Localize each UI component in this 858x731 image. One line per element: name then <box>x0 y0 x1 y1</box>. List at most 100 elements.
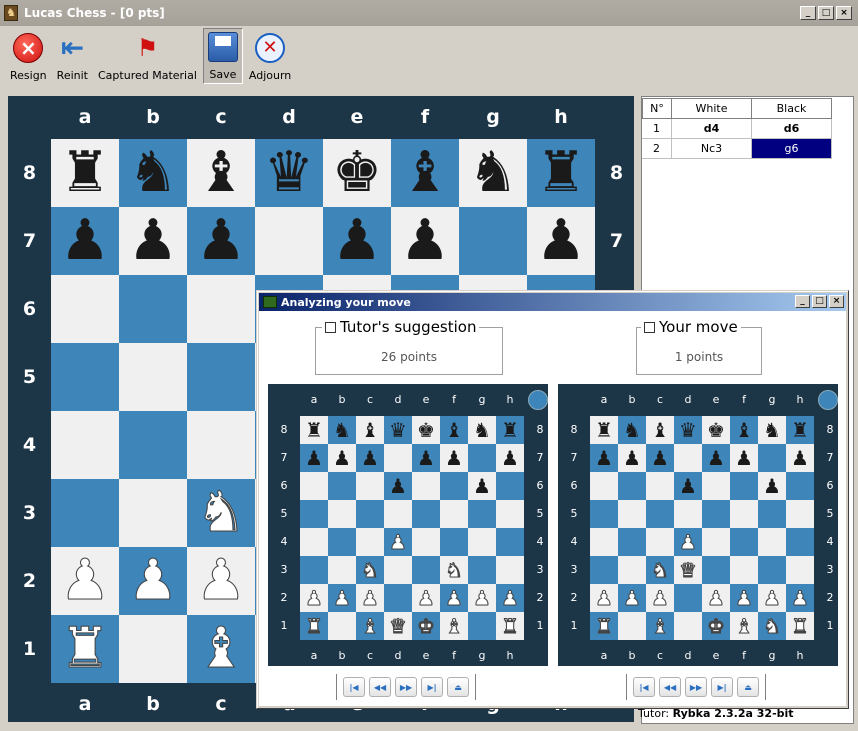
black-pawn-icon[interactable]: ♟ <box>536 213 586 269</box>
white-rook-icon[interactable]: ♜ <box>595 616 614 637</box>
black-pawn-icon[interactable]: ♟ <box>400 213 450 269</box>
board-square[interactable] <box>384 556 412 584</box>
board-square[interactable] <box>786 500 814 528</box>
board-square[interactable] <box>674 612 702 640</box>
move-cell[interactable]: d4 <box>672 119 752 139</box>
board-square[interactable]: ♝ <box>356 612 384 640</box>
board-square[interactable]: ♟ <box>323 207 391 275</box>
board-square[interactable]: ♚ <box>702 416 730 444</box>
board-square[interactable] <box>51 479 119 547</box>
black-pawn-icon[interactable]: ♟ <box>595 448 613 468</box>
black-pawn-icon[interactable]: ♟ <box>60 213 110 269</box>
board-square[interactable] <box>786 528 814 556</box>
board-square[interactable]: ♜ <box>786 416 814 444</box>
board-square[interactable] <box>119 343 187 411</box>
board-square[interactable]: ♝ <box>187 139 255 207</box>
white-pawn-icon[interactable]: ♟ <box>595 588 614 609</box>
next-move-button[interactable]: ▶▶ <box>685 677 707 697</box>
black-bishop-icon[interactable]: ♝ <box>651 420 669 440</box>
black-queen-icon[interactable]: ♛ <box>264 145 314 201</box>
board-square[interactable]: ♞ <box>758 416 786 444</box>
board-square[interactable]: ♞ <box>646 556 674 584</box>
black-king-icon[interactable]: ♚ <box>417 420 435 440</box>
board-square[interactable] <box>618 612 646 640</box>
board-square[interactable]: ♛ <box>674 416 702 444</box>
board-square[interactable]: ♚ <box>323 139 391 207</box>
board-square[interactable]: ♝ <box>646 416 674 444</box>
board-square[interactable] <box>356 528 384 556</box>
black-pawn-icon[interactable]: ♟ <box>332 213 382 269</box>
board-square[interactable]: ♟ <box>384 528 412 556</box>
white-pawn-icon[interactable]: ♟ <box>389 532 408 553</box>
board-square[interactable]: ♟ <box>51 547 119 615</box>
board-square[interactable] <box>328 528 356 556</box>
white-king-icon[interactable]: ♚ <box>707 616 726 637</box>
white-pawn-icon[interactable]: ♟ <box>305 588 324 609</box>
board-square[interactable]: ♟ <box>440 444 468 472</box>
white-pawn-icon[interactable]: ♟ <box>417 588 436 609</box>
board-square[interactable]: ♝ <box>646 612 674 640</box>
board-square[interactable] <box>618 472 646 500</box>
board-square[interactable]: ♞ <box>459 139 527 207</box>
board-square[interactable]: ♟ <box>440 584 468 612</box>
board-square[interactable] <box>590 472 618 500</box>
first-move-button[interactable]: |◀ <box>343 677 365 697</box>
board-square[interactable] <box>730 472 758 500</box>
board-square[interactable] <box>412 500 440 528</box>
board-square[interactable]: ♟ <box>674 472 702 500</box>
black-knight-icon[interactable]: ♞ <box>333 420 351 440</box>
board-square[interactable] <box>51 411 119 479</box>
board-square[interactable] <box>187 343 255 411</box>
white-pawn-icon[interactable]: ♟ <box>333 588 352 609</box>
captured-material-button[interactable]: ⚑ Captured Material <box>94 28 201 84</box>
dialog-close-button[interactable]: × <box>829 295 844 308</box>
last-move-button[interactable]: ▶| <box>711 677 733 697</box>
board-square[interactable]: ♟ <box>590 584 618 612</box>
board-square[interactable] <box>730 556 758 584</box>
dialog-maximize-button[interactable]: □ <box>812 295 827 308</box>
board-square[interactable]: ♞ <box>468 416 496 444</box>
board-square[interactable]: ♜ <box>496 612 524 640</box>
black-queen-icon[interactable]: ♛ <box>389 420 407 440</box>
black-pawn-icon[interactable]: ♟ <box>417 448 435 468</box>
tutor-suggestion-checkbox[interactable]: Tutor's suggestion <box>322 318 480 336</box>
board-square[interactable]: ♚ <box>412 612 440 640</box>
previous-move-button[interactable]: ◀◀ <box>659 677 681 697</box>
white-knight-icon[interactable]: ♞ <box>195 484 246 541</box>
board-square[interactable]: ♟ <box>730 584 758 612</box>
board-square[interactable] <box>646 500 674 528</box>
white-knight-icon[interactable]: ♞ <box>763 616 782 637</box>
board-square[interactable]: ♚ <box>412 416 440 444</box>
board-square[interactable]: ♞ <box>758 612 786 640</box>
board-square[interactable]: ♜ <box>786 612 814 640</box>
board-square[interactable] <box>674 500 702 528</box>
board-square[interactable] <box>468 528 496 556</box>
eject-button[interactable]: ⏏ <box>737 677 759 697</box>
board-square[interactable]: ♛ <box>255 139 323 207</box>
board-square[interactable]: ♟ <box>384 472 412 500</box>
black-bishop-icon[interactable]: ♝ <box>735 420 753 440</box>
board-square[interactable]: ♜ <box>51 615 119 683</box>
board-square[interactable] <box>119 411 187 479</box>
black-rook-icon[interactable]: ♜ <box>791 420 809 440</box>
black-rook-icon[interactable]: ♜ <box>595 420 613 440</box>
reinit-button[interactable]: ⇤ Reinit <box>53 28 92 84</box>
board-square[interactable] <box>328 556 356 584</box>
board-square[interactable] <box>384 444 412 472</box>
white-bishop-icon[interactable]: ♝ <box>445 616 464 637</box>
board-square[interactable] <box>187 411 255 479</box>
black-king-icon[interactable]: ♚ <box>332 145 382 201</box>
board-square[interactable] <box>496 556 524 584</box>
black-pawn-icon[interactable]: ♟ <box>651 448 669 468</box>
board-square[interactable]: ♞ <box>328 416 356 444</box>
white-pawn-icon[interactable]: ♟ <box>763 588 782 609</box>
board-square[interactable]: ♟ <box>758 472 786 500</box>
board-square[interactable] <box>187 275 255 343</box>
white-rook-icon[interactable]: ♜ <box>501 616 520 637</box>
move-cell[interactable]: Nc3 <box>672 139 752 159</box>
board-square[interactable]: ♟ <box>702 584 730 612</box>
close-button[interactable]: × <box>836 6 852 20</box>
board-square[interactable]: ♟ <box>496 584 524 612</box>
first-move-button[interactable]: |◀ <box>633 677 655 697</box>
board-square[interactable]: ♞ <box>356 556 384 584</box>
